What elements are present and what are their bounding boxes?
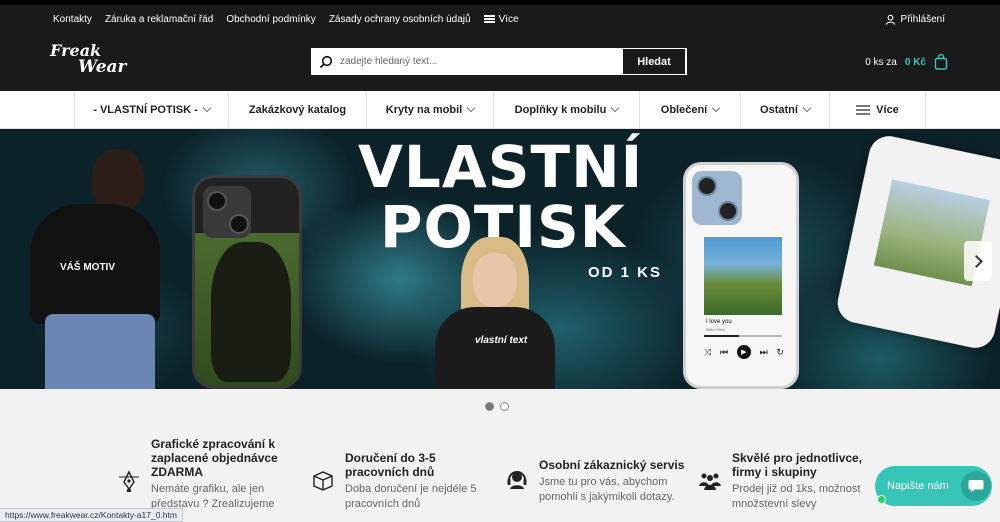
chat-bubble-icon xyxy=(960,471,991,501)
nav-item-vlastni-potisk[interactable]: - VLASTNÍ POTISK - xyxy=(75,91,229,129)
top-link-zasady[interactable]: Zásady ochrany osobních údajů xyxy=(329,14,471,25)
nav-item-kryty-na-mobil[interactable]: Kryty na mobil xyxy=(367,91,494,129)
chevron-down-icon xyxy=(466,103,476,113)
top-link-obchodni-podminky[interactable]: Obchodní podmínky xyxy=(226,14,316,25)
nav-items: - VLASTNÍ POTISK - Zakázkový katalog Kry… xyxy=(74,91,926,129)
login-link[interactable]: Přihlášení xyxy=(885,5,945,33)
cart-count: 0 ks za xyxy=(865,56,897,68)
logo-line2: Wear xyxy=(78,57,127,77)
slider-dots xyxy=(485,402,509,411)
repeat-icon: ↻ xyxy=(776,346,784,357)
top-more-label: Více xyxy=(498,13,519,25)
top-bar: Kontakty Záruka a reklamační řád Obchodn… xyxy=(0,5,1000,33)
browser-status-bar: https://www.freakwear.cz/Kontakty-a17_0.… xyxy=(0,508,183,522)
slider-dot-1[interactable] xyxy=(485,402,494,411)
nav-label: Oblečení xyxy=(660,104,708,116)
feature-title: Skvělé pro jednotlivce, firmy i skupiny xyxy=(732,451,863,479)
phone-case-dog-image xyxy=(192,175,302,389)
feature-delivery: Doručení do 3-5 pracovních dnů Doba doru… xyxy=(311,451,496,512)
chevron-down-icon xyxy=(202,103,211,113)
feature-desc: Doba doručení je nejdéle 5 pracovních dn… xyxy=(345,483,477,510)
couple-photo xyxy=(704,237,782,315)
nav-item-ostatni[interactable]: Ostatní xyxy=(741,91,830,129)
feature-title: Doručení do 3-5 pracovních dnů xyxy=(345,451,436,479)
camera-icon xyxy=(203,186,251,238)
hero-banner[interactable]: VÁŠ MOTIV VLASTNÍ POTISK OD 1 KS vlastní… xyxy=(0,129,1000,389)
song-artist: Billie Eilish xyxy=(706,327,726,332)
hoodie-text: vlastní text xyxy=(475,335,528,346)
search-bar: Hledat xyxy=(311,48,687,75)
menu-icon xyxy=(483,15,495,23)
feature-groups: Skvělé pro jednotlivce, firmy i skupiny … xyxy=(698,451,878,512)
feature-customer-service: Osobní zákaznický servis Jsme tu pro vás… xyxy=(505,458,690,505)
top-more-button[interactable]: Více xyxy=(483,13,519,25)
main-nav: - VLASTNÍ POTISK - Zakázkový katalog Kry… xyxy=(0,91,1000,129)
package-icon xyxy=(313,471,333,491)
shuffle-icon: ⤨ xyxy=(704,346,712,357)
user-icon xyxy=(885,14,895,25)
chevron-right-icon xyxy=(969,254,983,268)
dog-image xyxy=(211,242,291,382)
design-pen-icon xyxy=(119,470,139,492)
progress-bar xyxy=(704,335,782,337)
previous-icon: ⏮ xyxy=(719,346,729,357)
woman-tshirt-image: VÁŠ MOTIV xyxy=(20,149,160,389)
play-icon: ▶ xyxy=(736,345,751,359)
song-title: I love you xyxy=(706,319,732,325)
cart-price: 0 Kč xyxy=(904,56,926,68)
woman-hoodie-image: vlastní text xyxy=(435,237,555,389)
nav-label: Ostatní xyxy=(760,104,798,116)
cart[interactable]: 0 ks za 0 Kč xyxy=(865,33,948,91)
header: Freak Wear Hledat 0 ks za 0 Kč xyxy=(0,33,1000,91)
search-button[interactable]: Hledat xyxy=(623,49,685,74)
nav-item-doplnky-k-mobilu[interactable]: Doplňky k mobilu xyxy=(494,91,640,129)
group-icon xyxy=(699,473,721,490)
chat-label: Napište nám xyxy=(887,480,949,492)
feature-graphics: Grafické zpracování k zaplacené objednáv… xyxy=(117,437,302,512)
nav-label: Doplňky k mobilu xyxy=(514,104,607,116)
features-section: Grafické zpracování k zaplacené objednáv… xyxy=(0,389,1000,522)
nav-label: Více xyxy=(876,104,899,116)
menu-icon xyxy=(856,105,871,115)
banner-subtitle: OD 1 KS xyxy=(588,264,663,281)
slider-dot-2[interactable] xyxy=(500,402,509,411)
logo[interactable]: Freak Wear xyxy=(50,42,130,82)
chevron-down-icon xyxy=(802,103,812,113)
feature-desc: Jsme tu pro vás, abychom pomohli s jakým… xyxy=(539,476,675,503)
online-status-dot xyxy=(877,495,886,504)
nav-label: Zakázkový katalog xyxy=(248,104,347,116)
nav-item-vice[interactable]: Více xyxy=(830,91,926,129)
shopping-bag-icon xyxy=(934,54,948,70)
next-icon: ⏭ xyxy=(759,346,768,357)
top-links: Kontakty Záruka a reklamační řád Obchodn… xyxy=(53,5,519,33)
camera-icon xyxy=(692,171,742,225)
feature-title: Grafické zpracování k zaplacené objednáv… xyxy=(151,437,278,479)
chevron-down-icon xyxy=(711,103,721,113)
login-label: Přihlášení xyxy=(900,13,945,25)
feature-desc: Prodej již od 1ks, možnost množstevní sl… xyxy=(732,483,861,510)
banner-title-line1: VLASTNÍ xyxy=(358,133,644,201)
nav-label: Kryty na mobil xyxy=(385,104,463,116)
nav-item-zakazkovy-katalog[interactable]: Zakázkový katalog xyxy=(229,91,367,129)
nav-label: - VLASTNÍ POTISK - xyxy=(93,104,198,116)
top-link-kontakty[interactable]: Kontakty xyxy=(53,14,92,25)
phone-case-photo-image: I love you Billie Eilish ⤨ ⏮ ▶ ⏭ ↻ xyxy=(683,162,799,389)
chevron-down-icon xyxy=(611,103,620,113)
slider-next-button[interactable] xyxy=(964,241,992,281)
feature-title: Osobní zákaznický servis xyxy=(539,458,685,472)
search-input[interactable] xyxy=(340,56,623,67)
player-controls: ⤨ ⏮ ▶ ⏭ ↻ xyxy=(704,345,784,359)
chat-widget-button[interactable]: Napište nám xyxy=(875,466,992,506)
tshirt-text: VÁŠ MOTIV xyxy=(60,262,116,273)
headset-icon xyxy=(507,471,527,489)
search-icon xyxy=(312,55,340,69)
top-link-zaruka[interactable]: Záruka a reklamační řád xyxy=(105,14,213,25)
nav-item-obleceni[interactable]: Oblečení xyxy=(640,91,741,129)
